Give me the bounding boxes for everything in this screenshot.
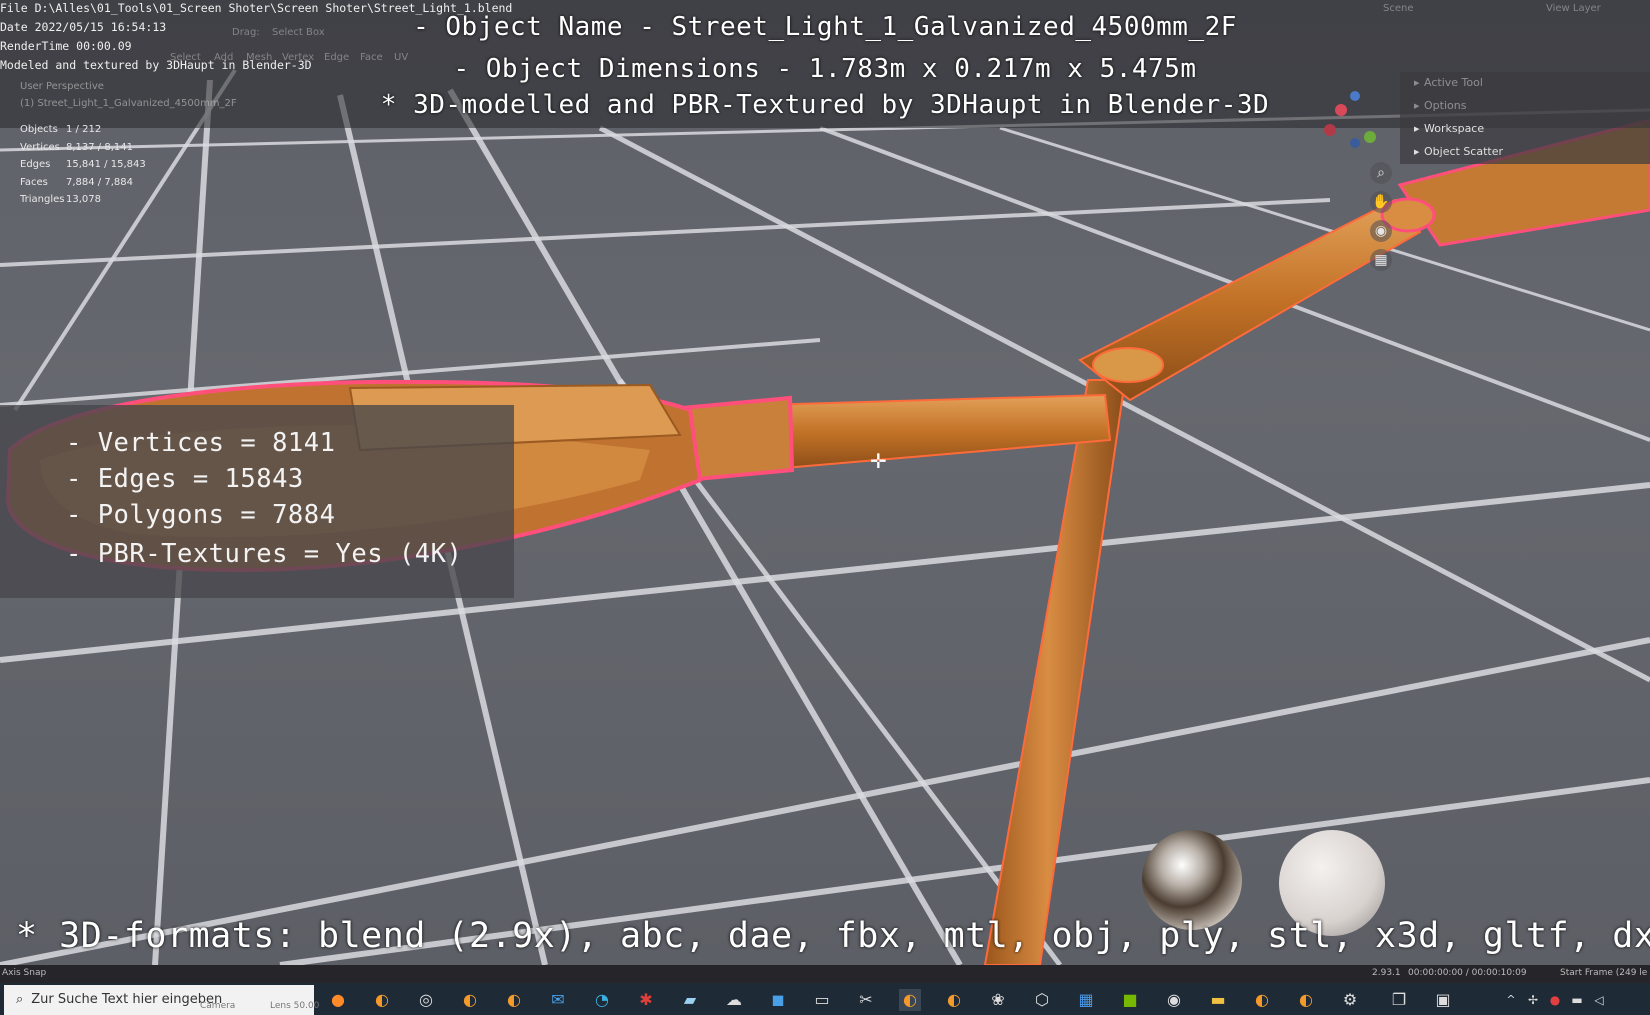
blender-icon[interactable]: ◐: [943, 989, 965, 1011]
blender-icon[interactable]: ◐: [1295, 989, 1317, 1011]
search-placeholder: Zur Suche Text hier eingeben: [31, 992, 223, 1007]
app-icon[interactable]: ✱: [635, 989, 657, 1011]
tray-battery-icon[interactable]: ▬: [1566, 989, 1588, 1011]
3d-viewport[interactable]: File D:\Alles\01_Tools\01_Screen Shoter\…: [0, 0, 1650, 965]
tray-network-icon[interactable]: ✢: [1522, 989, 1544, 1011]
capture-icon[interactable]: ✂: [855, 989, 877, 1011]
info-textures: - PBR-Textures = Yes (4K): [66, 539, 463, 569]
stat-triangles: Triangles 13,078: [20, 194, 101, 205]
status-bar: Axis Snap 2.93.1 00:00:00:00 / 00:00:10:…: [0, 965, 1650, 983]
camera-label: Camera: [200, 1001, 236, 1011]
gizmo-neg-x-axis[interactable]: [1324, 124, 1336, 136]
panel-object-scatter[interactable]: ▶ Object Scatter: [1414, 145, 1503, 158]
cube-icon[interactable]: ⬡: [1031, 989, 1053, 1011]
search-icon: ⌕: [16, 992, 24, 1007]
zoom-icon[interactable]: ⌕: [1370, 162, 1392, 184]
tray-app-icon[interactable]: ●: [1544, 989, 1566, 1011]
info-polygons: - Polygons = 7884: [66, 500, 336, 530]
panel-workspace[interactable]: ▶ Workspace: [1414, 122, 1484, 135]
folder-icon[interactable]: ▬: [1207, 989, 1229, 1011]
taskbar-search[interactable]: ⌕ Zur Suche Text hier eingeben: [4, 985, 314, 1015]
status-axis-snap: Axis Snap: [2, 968, 47, 978]
hand-icon[interactable]: ✋: [1370, 191, 1392, 213]
tray-volume-icon[interactable]: ◁: [1588, 989, 1610, 1011]
gizmo-x-axis[interactable]: [1335, 104, 1347, 116]
tray-chevron-icon[interactable]: ^: [1500, 989, 1522, 1011]
blender-icon[interactable]: ◐: [459, 989, 481, 1011]
status-time: 00:00:00:00 / 00:00:10:09: [1408, 968, 1527, 978]
blender-icon[interactable]: ◐: [1251, 989, 1273, 1011]
blender-icon[interactable]: ◐: [503, 989, 525, 1011]
obs-icon[interactable]: ◉: [1163, 989, 1185, 1011]
gizmo-y-axis[interactable]: [1364, 131, 1376, 143]
info-vertices: - Vertices = 8141: [66, 428, 336, 458]
stat-objects: Objects 1 / 212: [20, 124, 102, 135]
grid-icon[interactable]: ▦: [1370, 249, 1392, 271]
status-start-frame: Start Frame (249 le: [1560, 968, 1648, 978]
3d-cursor-icon: ✛: [870, 449, 887, 473]
edge-browser-icon[interactable]: ◔: [591, 989, 613, 1011]
view-perspective-label: User Perspective: [20, 81, 104, 92]
notes-icon[interactable]: ▰: [679, 989, 701, 1011]
nvidia-icon[interactable]: ■: [1119, 989, 1141, 1011]
photo-icon[interactable]: ▣: [1432, 989, 1454, 1011]
aperture-icon[interactable]: ◎: [415, 989, 437, 1011]
chat-icon[interactable]: ◼: [767, 989, 789, 1011]
blender-icon[interactable]: ◐: [371, 989, 393, 1011]
formats-line: * 3D-formats: blend (2.9x), abc, dae, fb…: [16, 916, 1650, 956]
terminal-icon[interactable]: ▭: [811, 989, 833, 1011]
status-version: 2.93.1: [1372, 968, 1401, 978]
gizmo-z-axis[interactable]: [1350, 91, 1360, 101]
mail-icon[interactable]: ✉: [547, 989, 569, 1011]
cloud-icon[interactable]: ☁: [723, 989, 745, 1011]
camera-icon[interactable]: ◉: [1370, 220, 1392, 242]
gizmo-neg-z-axis[interactable]: [1350, 138, 1360, 148]
info-edges: - Edges = 15843: [66, 464, 304, 494]
chrome-sphere: [1142, 830, 1242, 930]
stat-edges: Edges 15,841 / 15,843: [20, 159, 146, 170]
gear-icon[interactable]: ⚙: [1339, 989, 1361, 1011]
window-icon[interactable]: ❐: [1388, 989, 1410, 1011]
stat-vertices: Vertices 8,137 / 8,141: [20, 141, 133, 153]
view-collection-label: (1) Street_Light_1_Galvanized_4500mm_2F: [20, 98, 237, 109]
scene-statistics: Objects 1 / 212 Vertices 8,137 / 8,141 Edg…: [20, 124, 146, 212]
lens-label: Lens 50.00: [270, 1001, 320, 1011]
blender-active-icon[interactable]: ◐: [899, 989, 921, 1011]
firefox-icon[interactable]: ●: [327, 989, 349, 1011]
panda-icon[interactable]: ❀: [987, 989, 1009, 1011]
object-name: - Object Name - Street_Light_1_Galvanize…: [413, 12, 1237, 42]
n-panel: ▶ Active Tool ▶ Options ▶ Workspace ▶ Object…: [1400, 72, 1650, 164]
calendar-icon[interactable]: ▦: [1075, 989, 1097, 1011]
panel-options[interactable]: ▶ Options: [1414, 99, 1466, 112]
stat-faces: Faces 7,884 / 7,884: [20, 176, 133, 188]
panel-active-tool[interactable]: ▶ Active Tool: [1414, 76, 1483, 89]
